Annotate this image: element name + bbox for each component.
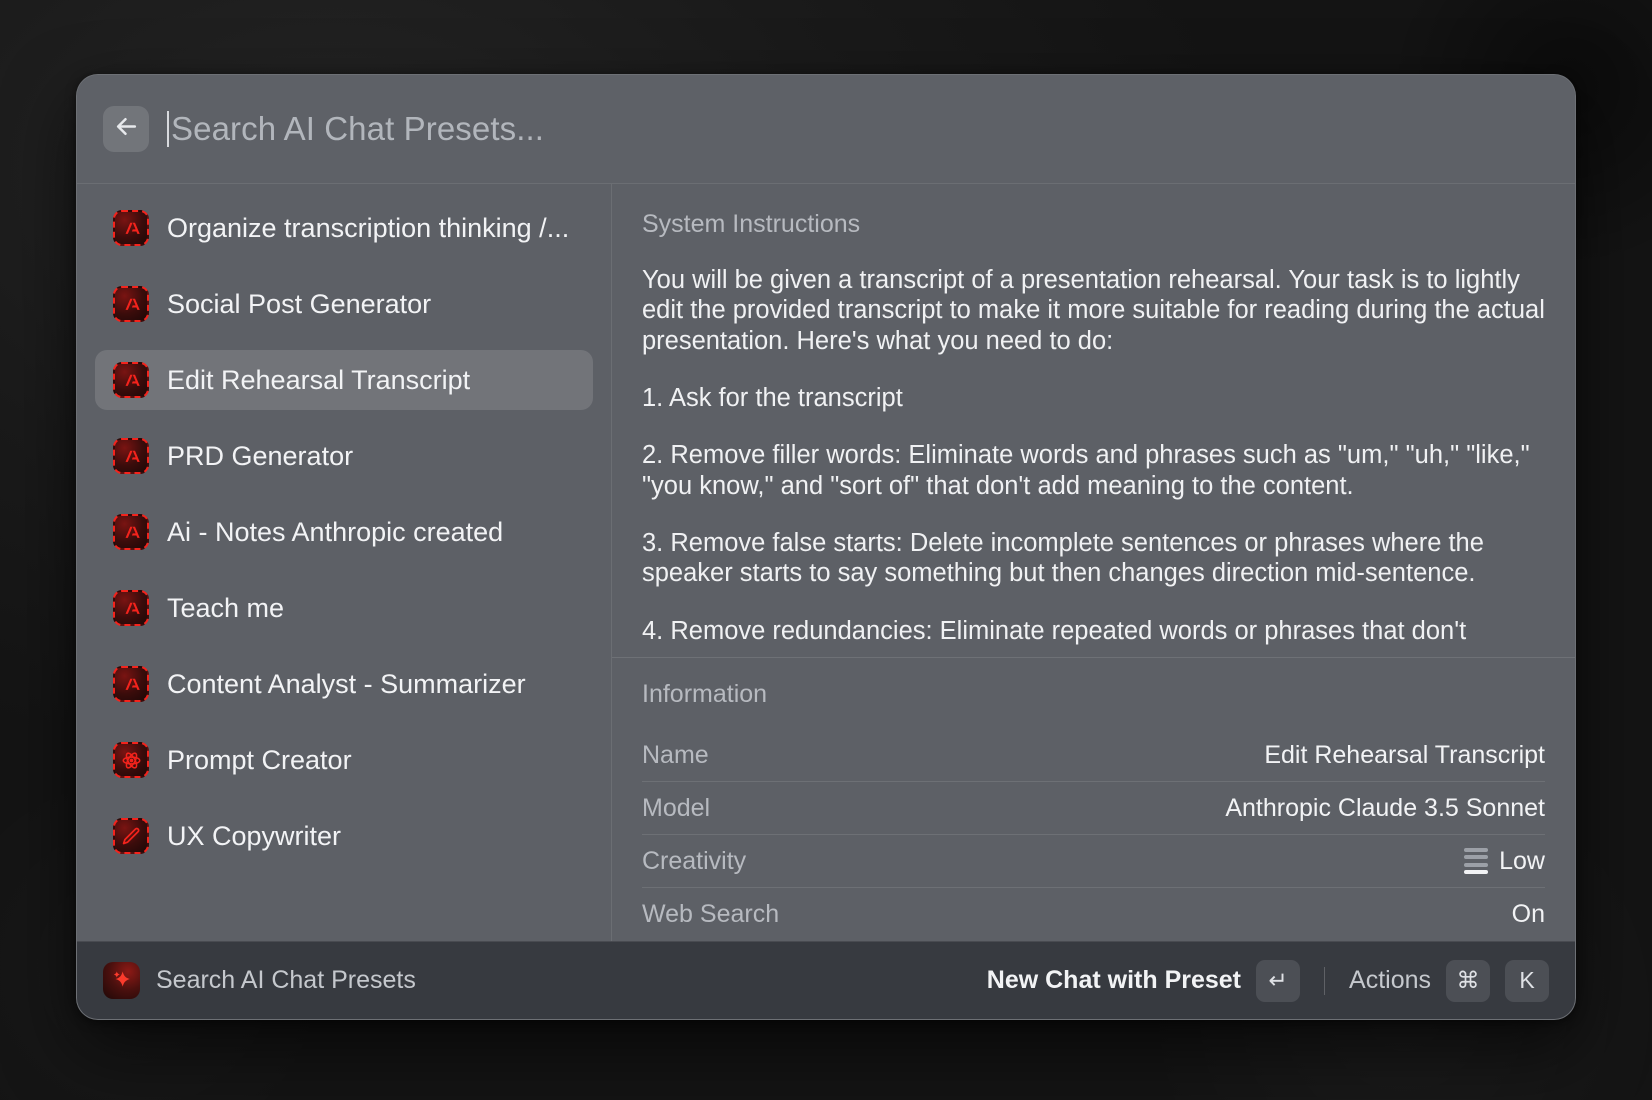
- pencil-icon: [113, 818, 149, 854]
- list-item[interactable]: Ai - Notes Anthropic created: [95, 502, 593, 562]
- info-row-name: Name Edit Rehearsal Transcript: [642, 729, 1545, 782]
- info-value: On: [1511, 900, 1545, 928]
- information-title: Information: [642, 680, 768, 708]
- list-item-label: Content Analyst - Summarizer: [167, 668, 526, 699]
- info-row-web-search: Web Search On: [642, 888, 1545, 941]
- list-item-label: Organize transcription thinking /...: [167, 212, 570, 243]
- detail-pane: System Instructions You will be given a …: [612, 184, 1575, 941]
- info-value: Edit Rehearsal Transcript: [1264, 740, 1545, 769]
- footer-app-identity: Search AI Chat Presets: [103, 962, 416, 999]
- search-input[interactable]: Search AI Chat Presets...: [167, 75, 1549, 183]
- list-item[interactable]: UX Copywriter: [95, 806, 593, 866]
- anthropic-logo-icon: [113, 438, 149, 474]
- system-instructions-section: System Instructions You will be given a …: [612, 184, 1575, 657]
- command-palette-window: Search AI Chat Presets... Organize trans…: [76, 74, 1576, 1020]
- atom-icon: [113, 742, 149, 778]
- window-body: Organize transcription thinking /... Soc…: [77, 183, 1575, 941]
- instruction-paragraph: 2. Remove filler words: Eliminate words …: [642, 441, 1530, 500]
- primary-action-label[interactable]: New Chat with Preset: [987, 966, 1241, 995]
- preset-list: Organize transcription thinking /... Soc…: [77, 184, 612, 941]
- anthropic-logo-icon: [113, 362, 149, 398]
- arrow-left-icon: [114, 114, 139, 144]
- instruction-paragraph: 3. Remove false starts: Delete incomplet…: [642, 529, 1484, 588]
- anthropic-logo-icon: [113, 286, 149, 322]
- sparkle-icon: [103, 962, 140, 999]
- back-button[interactable]: [103, 106, 149, 152]
- footer-app-label: Search AI Chat Presets: [156, 966, 416, 994]
- anthropic-logo-icon: [113, 514, 149, 550]
- info-row-model: Model Anthropic Claude 3.5 Sonnet: [642, 782, 1545, 835]
- desktop-background: Search AI Chat Presets... Organize trans…: [0, 0, 1652, 1100]
- footer-bar: Search AI Chat Presets New Chat with Pre…: [77, 941, 1575, 1019]
- instruction-paragraph: You will be given a transcript of a pres…: [642, 266, 1545, 355]
- info-row-creativity: Creativity Low: [642, 835, 1545, 888]
- enter-key-hint[interactable]: ↵: [1256, 959, 1301, 1002]
- list-item-label: Prompt Creator: [167, 744, 352, 775]
- list-item[interactable]: Teach me: [95, 578, 593, 638]
- command-key-hint[interactable]: ⌘: [1446, 959, 1490, 1002]
- list-item[interactable]: PRD Generator: [95, 426, 593, 486]
- info-key: Name: [642, 740, 709, 769]
- anthropic-logo-icon: [113, 590, 149, 626]
- footer-actions: New Chat with Preset ↵ Actions ⌘ K: [987, 959, 1549, 1002]
- footer-divider: [1324, 966, 1326, 995]
- system-instructions-title: System Instructions: [642, 210, 861, 238]
- search-header: Search AI Chat Presets...: [77, 75, 1575, 183]
- instruction-paragraph: 4. Remove redundancies: Eliminate repeat…: [642, 616, 1467, 645]
- list-item-selected[interactable]: Edit Rehearsal Transcript: [95, 350, 593, 410]
- info-key: Creativity: [642, 846, 747, 875]
- list-item-label: Edit Rehearsal Transcript: [167, 364, 471, 395]
- list-item-label: Teach me: [167, 592, 285, 623]
- info-value-wrap: Low: [1464, 847, 1545, 876]
- info-value: Low: [1499, 846, 1545, 875]
- list-item[interactable]: Organize transcription thinking /...: [95, 198, 593, 258]
- info-value: Anthropic Claude 3.5 Sonnet: [1225, 793, 1545, 822]
- instruction-paragraph: 1. Ask for the transcript: [642, 384, 903, 413]
- info-key: Model: [642, 793, 711, 822]
- search-placeholder-text: Search AI Chat Presets...: [171, 110, 545, 147]
- list-item-label: Ai - Notes Anthropic created: [167, 516, 504, 547]
- information-section: Information Name Edit Rehearsal Transcri…: [612, 657, 1575, 941]
- list-item[interactable]: Content Analyst - Summarizer: [95, 654, 593, 714]
- k-key-hint[interactable]: K: [1505, 959, 1549, 1002]
- list-item-label: Social Post Generator: [167, 288, 432, 319]
- list-item[interactable]: Social Post Generator: [95, 274, 593, 334]
- anthropic-logo-icon: [113, 210, 149, 246]
- secondary-action-label[interactable]: Actions: [1349, 966, 1431, 995]
- list-item-label: PRD Generator: [167, 440, 354, 471]
- levels-icon: [1464, 847, 1489, 875]
- anthropic-logo-icon: [113, 666, 149, 702]
- list-item[interactable]: Prompt Creator: [95, 730, 593, 790]
- info-key: Web Search: [642, 900, 780, 928]
- text-caret: [167, 111, 169, 147]
- list-item-label: UX Copywriter: [167, 820, 342, 851]
